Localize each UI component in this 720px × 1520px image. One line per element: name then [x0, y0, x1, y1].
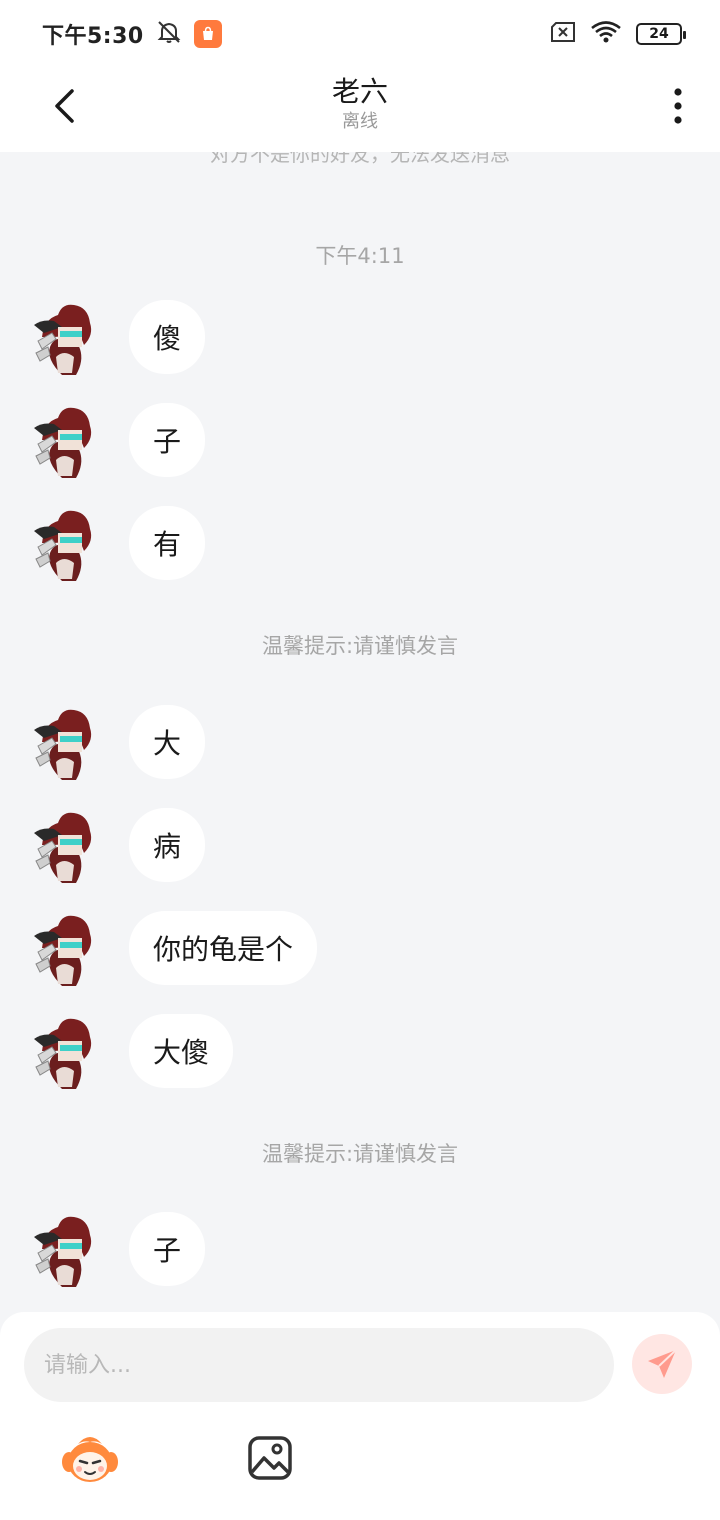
sim-error-icon	[550, 21, 576, 47]
message-row: 病	[32, 805, 206, 885]
title-wrap: 老六 离线	[160, 74, 560, 134]
message-input[interactable]	[24, 1328, 614, 1402]
wifi-icon	[590, 20, 622, 48]
avatar[interactable]	[32, 503, 96, 583]
message-row: 有	[32, 503, 206, 583]
message-bubble[interactable]: 傻	[129, 300, 206, 374]
message-bubble[interactable]: 大	[129, 705, 206, 779]
message-bubble[interactable]: 子	[129, 1212, 206, 1286]
avatar[interactable]	[32, 908, 96, 988]
status-bar: 下午5:30 24	[0, 0, 720, 68]
message-row: 大傻	[32, 1011, 234, 1091]
contact-status: 离线	[342, 111, 378, 132]
message-bubble[interactable]: 有	[129, 506, 206, 580]
message-bubble[interactable]: 大傻	[129, 1014, 234, 1088]
safety-tip: 温馨提示:请谨慎发言	[261, 634, 459, 658]
chat-header: 老六 离线	[0, 68, 720, 152]
status-right: 24	[550, 20, 686, 48]
send-button[interactable]	[632, 1334, 692, 1394]
message-row: 大	[32, 702, 206, 782]
message-timestamp: 下午4:11	[315, 244, 405, 268]
app-notification-icon	[193, 20, 222, 48]
safety-tip: 温馨提示:请谨慎发言	[261, 1142, 459, 1166]
avatar[interactable]	[32, 702, 96, 782]
message-bubble[interactable]: 你的龟是个	[129, 911, 318, 985]
image-icon[interactable]	[246, 1434, 294, 1482]
back-button[interactable]	[40, 82, 88, 130]
avatar[interactable]	[32, 1011, 96, 1091]
avatar[interactable]	[32, 297, 96, 377]
avatar[interactable]	[32, 400, 96, 480]
message-row: 傻	[32, 297, 206, 377]
more-vertical-icon	[674, 88, 682, 124]
message-row: 你的龟是个	[32, 908, 318, 988]
message-composer	[0, 1312, 720, 1520]
message-row: 子	[32, 1209, 206, 1289]
status-left: 下午5:30	[42, 18, 222, 50]
avatar[interactable]	[32, 805, 96, 885]
paper-plane-icon	[648, 1349, 677, 1378]
battery-indicator: 24	[636, 23, 686, 45]
emoji-mascot-icon[interactable]	[60, 1428, 120, 1488]
message-bubble[interactable]: 子	[129, 403, 206, 477]
avatar[interactable]	[32, 1209, 96, 1289]
message-bubble[interactable]: 病	[129, 808, 206, 882]
message-row: 子	[32, 400, 206, 480]
bell-muted-icon	[156, 19, 182, 49]
more-options-button[interactable]	[658, 82, 698, 130]
chevron-left-icon	[55, 89, 74, 123]
chat-message-list[interactable]: 对方不是你的好友，无法发送消息 下午4:11 傻 子 有 温馨提示:请谨慎发言 …	[0, 152, 720, 1312]
contact-name: 老六	[331, 75, 388, 108]
system-notice: 对方不是你的好友，无法发送消息	[210, 152, 510, 166]
status-time: 下午5:30	[42, 24, 144, 49]
